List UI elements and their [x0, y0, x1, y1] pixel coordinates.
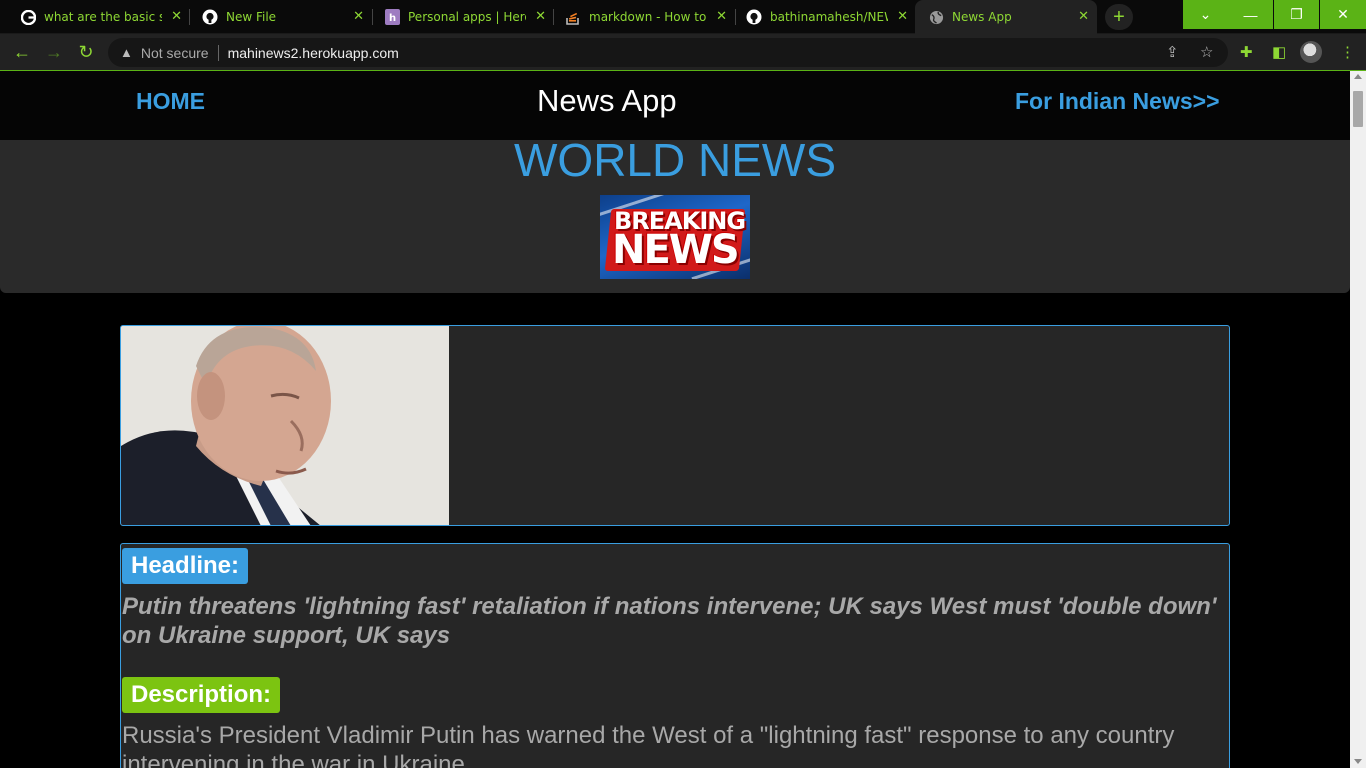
tab-github-news[interactable]: bathinamahesh/NEWS ✕ — [726, 0, 916, 34]
url-text[interactable]: mahinews2.herokuapp.com — [228, 45, 399, 61]
github-icon — [202, 9, 218, 25]
side-panel-icon[interactable]: ◧ — [1272, 43, 1286, 61]
close-window-button[interactable]: ✕ — [1320, 0, 1366, 29]
tab-search-button[interactable]: ⌄ — [1183, 0, 1228, 29]
avatar[interactable] — [1300, 41, 1322, 63]
heroku-icon: h — [384, 9, 400, 25]
google-icon — [20, 9, 36, 25]
arrow-left-icon: ← — [13, 41, 31, 62]
article-image-card — [120, 325, 1230, 526]
article-photo — [121, 326, 449, 525]
tab-title: markdown - How to add — [589, 10, 707, 24]
description-text: Russia's President Vladimir Putin has wa… — [122, 722, 1175, 768]
menu-icon[interactable]: ⋮ — [1340, 43, 1355, 61]
close-icon[interactable]: ✕ — [1078, 9, 1089, 24]
tab-title: what are the basic steps — [44, 10, 162, 24]
site-navbar: HOME News App For Indian News>> — [0, 71, 1350, 140]
site-title: News App — [537, 83, 677, 118]
svg-text:h: h — [389, 13, 396, 24]
scrollbar[interactable] — [1350, 71, 1366, 768]
close-icon[interactable]: ✕ — [897, 9, 908, 24]
tab-title: bathinamahesh/NEWS — [770, 10, 888, 24]
new-tab-button[interactable]: + — [1105, 4, 1133, 30]
tab-stackoverflow[interactable]: markdown - How to add ✕ — [545, 0, 735, 34]
globe-icon — [928, 9, 944, 25]
warning-icon[interactable]: ▲ — [120, 45, 133, 60]
description-label: Description: — [122, 677, 281, 713]
scroll-down-arrow-icon[interactable] — [1354, 759, 1362, 764]
github-icon — [746, 9, 762, 25]
close-icon[interactable]: ✕ — [353, 9, 364, 24]
tab-news-app[interactable]: News App ✕ — [915, 0, 1097, 34]
omnibox[interactable]: ▲ Not secure mahinews2.herokuapp.com ⇪ ☆ — [108, 38, 1228, 67]
arrow-right-icon: → — [45, 41, 63, 62]
restore-button[interactable]: ❐ — [1274, 0, 1319, 29]
close-icon[interactable]: ✕ — [171, 9, 182, 24]
tab-heroku[interactable]: h Personal apps | Heroku ✕ — [364, 0, 554, 34]
divider — [217, 44, 219, 61]
tab-google[interactable]: what are the basic steps ✕ — [0, 0, 190, 34]
close-icon: ✕ — [1337, 6, 1349, 22]
headline-label: Headline: — [122, 548, 249, 584]
minimize-icon: — — [1243, 6, 1258, 23]
minimize-button[interactable]: — — [1228, 0, 1273, 29]
star-icon[interactable]: ☆ — [1200, 43, 1213, 61]
back-button[interactable]: ← — [10, 40, 34, 64]
headline-text: Putin threatens 'lightning fast' retalia… — [122, 593, 1217, 649]
tab-github-new-file[interactable]: New File ✕ — [182, 0, 372, 34]
breaking-news-logo: BREAKING NEWS — [600, 195, 750, 279]
tab-strip: what are the basic steps ✕ New File ✕ h … — [0, 0, 1366, 34]
reload-button[interactable]: ↻ — [74, 40, 98, 64]
scrollbar-thumb[interactable] — [1353, 91, 1363, 127]
toolbar: ← → ↻ ▲ Not secure mahinews2.herokuapp.c… — [0, 34, 1366, 71]
web-page: HOME News App For Indian News>> WORLD NE… — [0, 71, 1350, 768]
forward-button[interactable]: → — [42, 40, 66, 64]
extensions-icon[interactable]: ✚ — [1240, 43, 1253, 61]
scroll-up-arrow-icon[interactable] — [1354, 74, 1362, 79]
share-icon[interactable]: ⇪ — [1166, 43, 1179, 61]
reload-icon: ↻ — [78, 41, 94, 62]
chevron-down-icon: ⌄ — [1199, 6, 1212, 22]
article-text-card: Headline: Putin threatens 'lightning fas… — [120, 543, 1230, 768]
indian-news-link[interactable]: For Indian News>> — [1015, 88, 1220, 115]
logo-text-line2: NEWS — [612, 227, 740, 273]
security-label[interactable]: Not secure — [141, 45, 209, 61]
stackoverflow-icon — [565, 9, 581, 25]
restore-icon: ❐ — [1290, 6, 1303, 22]
tab-title: New File — [226, 10, 277, 24]
tab-title: Personal apps | Heroku — [408, 10, 526, 24]
page-title: WORLD NEWS — [514, 134, 836, 186]
home-link[interactable]: HOME — [136, 88, 205, 115]
tab-title: News App — [952, 10, 1012, 24]
